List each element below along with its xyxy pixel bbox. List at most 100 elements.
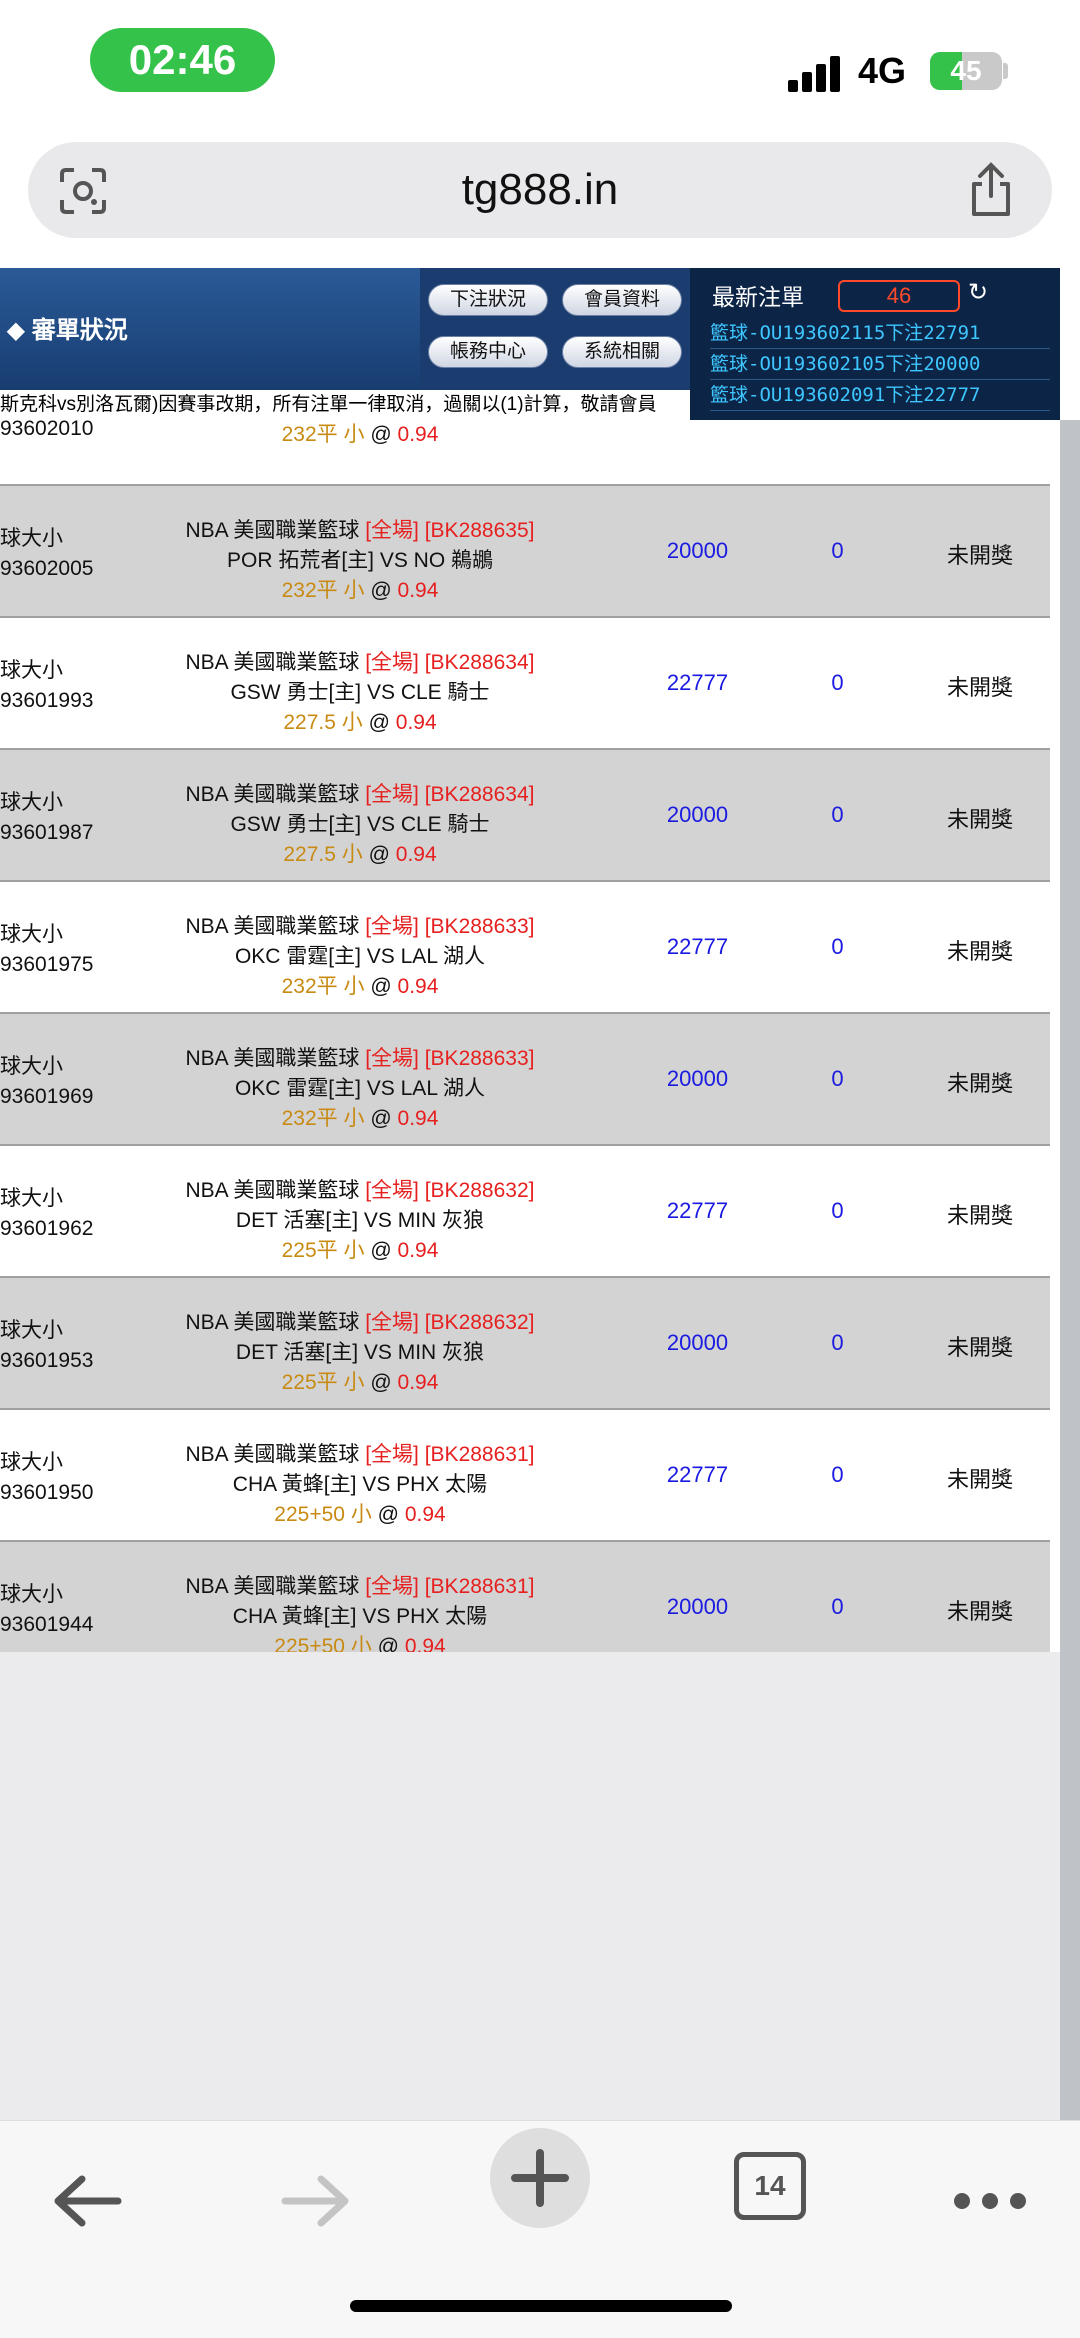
page-scrollbar[interactable]	[1060, 420, 1080, 2120]
bet-at: @	[370, 1239, 392, 1262]
bet-at: @	[370, 1107, 392, 1130]
bet-at: @	[370, 975, 392, 998]
bet-line: 232平 小 @ 0.94	[130, 972, 590, 1002]
tabs-button[interactable]: 14	[734, 2152, 806, 2220]
nav-bet-status-button[interactable]: 下注狀況	[428, 284, 548, 316]
bet-type-label: 球大小	[0, 923, 63, 946]
match-league-line: NBA 美國職業籃球 [全場] [BK288632]	[130, 1176, 590, 1206]
bet-type-label: 球大小	[0, 1451, 63, 1474]
bet-type-label: 球大小	[0, 1055, 63, 1078]
latest-bets-count: 46	[838, 280, 960, 312]
share-icon[interactable]	[966, 162, 1016, 218]
table-row: 球大小 93601953 NBA 美國職業籃球 [全場] [BK288632] DET…	[0, 1278, 1050, 1410]
back-arrow-icon[interactable]	[38, 2151, 138, 2251]
page-empty-area	[0, 1652, 1060, 2120]
bet-id: 93601993	[0, 689, 94, 712]
bet-match: NBA 美國職業籃球 [全場] [BK288632] DET 活塞[主] VS M…	[130, 1308, 590, 1398]
bet-match: NBA 美國職業籃球 [全場] [BK288631] CHA 黃蜂[主] VS P…	[130, 1440, 590, 1530]
bet-line: 227.5 小 @ 0.94	[130, 708, 590, 738]
table-row: 球大小 93601969 NBA 美國職業籃球 [全場] [BK288633] OKC…	[0, 1014, 1050, 1146]
bet-line: 225平 小 @ 0.94	[130, 1368, 590, 1398]
bet-at: @	[368, 711, 390, 734]
network-type: 4G	[858, 50, 907, 91]
bet-match: NBA 美國職業籃球 [全場] [BK288633] OKC 雷霆[主] VS L…	[130, 912, 590, 1002]
url-text[interactable]: tg888.in	[28, 142, 1052, 238]
forward-arrow-icon[interactable]	[265, 2151, 365, 2251]
match-code: [BK288632]	[424, 1179, 535, 1202]
status-time: 02:46	[90, 28, 275, 92]
league-name: NBA 美國職業籃球	[185, 651, 360, 674]
bet-odds: 0.94	[395, 711, 437, 734]
bet-amount: 20000	[666, 538, 729, 563]
bet-type-label: 球大小	[0, 1583, 63, 1606]
bet-amount: 20000	[666, 1330, 729, 1355]
period-tag: [全場]	[365, 1575, 419, 1598]
bet-match: NBA 美國職業籃球 [全場] [BK288631] CHA 黃蜂[主] VS P…	[130, 1572, 590, 1662]
bet-status: 未開獎	[946, 1203, 1013, 1228]
latest-bets-panel: 最新注單 46 ↻ 籃球-OU193602115下注22791 籃球-OU193…	[690, 268, 1060, 420]
nav-account-center-button[interactable]: 帳務中心	[428, 336, 548, 368]
bet-at: @	[368, 843, 390, 866]
more-icon[interactable]	[940, 2151, 1040, 2251]
latest-bet-item[interactable]: 籃球-OU193602115下注22791	[710, 318, 1050, 349]
match-teams: GSW 勇士[主] VS CLE 騎士	[230, 813, 490, 836]
bet-type: 球大小 93602005	[0, 524, 93, 584]
league-name: NBA 美國職業籃球	[185, 1575, 360, 1598]
cellular-signal-icon	[788, 52, 848, 92]
bet-status: 未開獎	[946, 939, 1013, 964]
bet-type: 球大小 93601953	[0, 1316, 93, 1376]
bet-odds: 0.94	[397, 1371, 439, 1394]
bet-winnings: 0	[831, 1594, 844, 1619]
bet-type-label: 球大小	[0, 1319, 63, 1342]
league-name: NBA 美國職業籃球	[185, 519, 360, 542]
bet-odds: 0.94	[395, 843, 437, 866]
match-teams: OKC 雷霆[主] VS LAL 湖人	[234, 1077, 486, 1100]
new-tab-button[interactable]	[490, 2128, 590, 2228]
bet-status: 未開獎	[946, 1335, 1013, 1360]
nav-system-button[interactable]: 系統相關	[562, 336, 682, 368]
bet-type: 球大小 93601975	[0, 920, 93, 980]
latest-bet-item[interactable]: 籃球-OU193602105下注20000	[710, 349, 1050, 380]
bet-type: 球大小 93601962	[0, 1184, 93, 1244]
bet-id: 93601969	[0, 1085, 94, 1108]
period-tag: [全場]	[365, 915, 419, 938]
table-row: 球大小 93601975 NBA 美國職業籃球 [全場] [BK288633] OKC…	[0, 882, 1050, 1014]
battery-level: 45	[950, 55, 982, 86]
bet-type: 球大小 93601987	[0, 788, 93, 848]
bet-line-value: 232平	[281, 975, 338, 998]
nav-member-info-button[interactable]: 會員資料	[562, 284, 682, 316]
bet-line-value: 232平	[281, 1107, 338, 1130]
period-tag: [全場]	[365, 1311, 419, 1334]
bet-winnings: 0	[831, 1462, 844, 1487]
match-league-line: NBA 美國職業籃球 [全場] [BK288634]	[130, 648, 590, 678]
match-teams: POR 拓荒者[主] VS NO 鵜鶘	[226, 549, 494, 572]
table-row: 球大小 93601993 NBA 美國職業籃球 [全場] [BK288634] GSW…	[0, 618, 1050, 750]
bet-amount: 22777	[666, 934, 729, 959]
bet-amount: 22777	[666, 670, 729, 695]
bet-status: 未開獎	[946, 1467, 1013, 1492]
match-league-line: NBA 美國職業籃球 [全場] [BK288631]	[130, 1440, 590, 1470]
bet-id: 93601944	[0, 1613, 94, 1636]
match-code: [BK288633]	[424, 915, 535, 938]
bet-pick: 小	[343, 1371, 365, 1394]
address-bar[interactable]: tg888.in	[28, 142, 1052, 238]
bet-odds: 0.94	[397, 975, 439, 998]
bet-line: 232平 小 @ 0.94	[130, 576, 590, 606]
bet-match: NBA 美國職業籃球 [全場] [BK288632] DET 活塞[主] VS M…	[130, 1176, 590, 1266]
announcement-marquee: 斯克科vs別洛瓦爾)因賽事改期，所有注單一律取消，過關以(1)計算，敬請會員	[0, 390, 690, 420]
refresh-icon[interactable]: ↻	[968, 278, 988, 307]
bet-match: NBA 美國職業籃球 [全場] [BK288633] OKC 雷霆[主] VS L…	[130, 1044, 590, 1134]
latest-bet-item[interactable]: 籃球-OU193602091下注22777	[710, 380, 1050, 411]
bet-pick: 小	[343, 423, 365, 446]
header-title-panel: ◆ 審單狀況	[0, 268, 420, 390]
bet-winnings: 0	[831, 1066, 844, 1091]
match-league-line: NBA 美國職業籃球 [全場] [BK288634]	[130, 780, 590, 810]
table-row: 球大小 93601962 NBA 美國職業籃球 [全場] [BK288632] DET…	[0, 1146, 1050, 1278]
bets-table: 93602010 232平 小 @ 0.94 球大小 93602005 NBA 美國職業…	[0, 417, 1050, 1674]
bet-amount: 20000	[666, 802, 729, 827]
match-teams: GSW 勇士[主] VS CLE 騎士	[230, 681, 490, 704]
bet-line-value: 227.5	[283, 711, 336, 734]
league-name: NBA 美國職業籃球	[185, 1311, 360, 1334]
bet-match: NBA 美國職業籃球 [全場] [BK288634] GSW 勇士[主] VS C…	[130, 648, 590, 738]
bet-status: 未開獎	[946, 1071, 1013, 1096]
